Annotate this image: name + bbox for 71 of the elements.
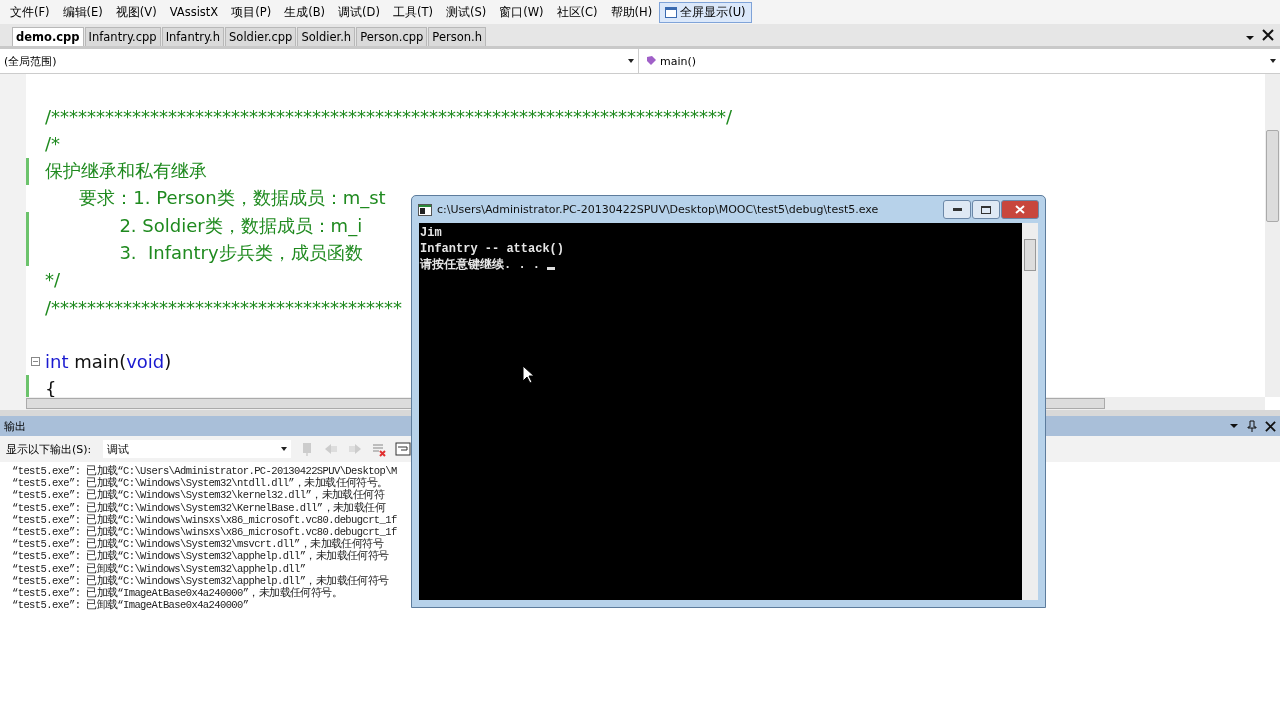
file-tab[interactable]: Person.cpp xyxy=(356,27,428,46)
code-line: 3. Infantry步兵类，成员函数 xyxy=(118,240,363,265)
collapse-icon[interactable] xyxy=(31,356,40,366)
console-text: Infantry -- attack() xyxy=(420,241,565,257)
code-line: 保护继承和私有继承 xyxy=(45,159,207,184)
code-line: /***************************************************************************/ xyxy=(45,106,733,128)
file-tab[interactable]: Soldier.h xyxy=(297,27,356,46)
window-icon xyxy=(665,6,678,18)
panel-title: 输出 xyxy=(4,418,26,434)
file-tab[interactable]: Infantry.cpp xyxy=(84,27,161,46)
output-line: “test5.exe”: 已加载“C:\Windows\System32\msvcrt.dll”，未加载任何符号 xyxy=(12,538,384,551)
menu-item[interactable]: 文件(F) xyxy=(4,1,56,23)
menu-item[interactable]: VAssistX xyxy=(163,2,225,22)
menu-item[interactable]: 测试(S) xyxy=(439,1,493,23)
output-line: “test5.exe”: 已加载“C:\Windows\System32\apphelp.dll”，未加载任何符号 xyxy=(12,550,390,563)
output-source-dropdown[interactable]: 调试 xyxy=(103,440,292,458)
console-text: Jim xyxy=(420,225,442,241)
text-cursor xyxy=(547,267,556,270)
minimize-icon xyxy=(952,208,962,211)
output-line: “test5.exe”: 已加载“C:\Windows\winsxs\x86_microsoft.vc80.debugcrt_1f xyxy=(12,526,398,539)
code-line: int main(void) xyxy=(45,350,172,372)
output-line: “test5.exe”: 已加载“C:\Windows\System32\ntdll.dll”，未加载任何符号。 xyxy=(12,477,388,490)
code-line: /* xyxy=(45,133,61,155)
dropdown-icon[interactable] xyxy=(1229,423,1239,429)
maximize-icon xyxy=(981,205,991,214)
code-line: { xyxy=(45,378,57,400)
file-tab[interactable]: Person.h xyxy=(428,27,486,46)
menu-item[interactable]: 工具(T) xyxy=(386,1,439,23)
menu-item[interactable]: 视图(V) xyxy=(109,1,163,23)
close-button[interactable] xyxy=(1001,200,1039,219)
dropdown-icon[interactable] xyxy=(1245,35,1255,41)
output-line: “test5.exe”: 已加载“C:\Windows\winsxs\x86_microsoft.vc80.debugcrt_1f xyxy=(12,513,398,526)
menu-item[interactable]: 窗口(W) xyxy=(493,1,550,23)
output-source-label: 显示以下输出(S): xyxy=(6,441,92,457)
clear-icon[interactable] xyxy=(371,441,388,457)
word-wrap-icon[interactable] xyxy=(395,441,412,457)
output-line: “test5.exe”: 已加载“C:\Windows\System32\kernel32.dll”，未加载任何符 xyxy=(12,489,386,502)
close-icon[interactable] xyxy=(1262,29,1274,41)
menu-item[interactable]: 社区(C) xyxy=(550,1,604,23)
mouse-pointer-icon xyxy=(522,365,534,384)
pin-icon[interactable] xyxy=(1247,420,1257,432)
code-line: 2. Soldier类，数据成员：m_i xyxy=(118,213,363,238)
vertical-scrollbar[interactable] xyxy=(1265,74,1280,397)
code-line: */ xyxy=(45,269,61,291)
menu-item[interactable]: 编辑(E) xyxy=(56,1,109,23)
output-line: “test5.exe”: 已加载“C:\Users\Administrator.PC-20130422SPUV\Desktop\M xyxy=(12,465,398,478)
menu-item[interactable]: 项目(P) xyxy=(225,1,278,23)
menu-item[interactable]: 全屏显示(U) xyxy=(659,1,752,23)
output-line: “test5.exe”: 已加载“C:\Windows\System32\KernelBase.dll”，未加载任何 xyxy=(12,501,387,514)
file-tab[interactable]: demo.cpp xyxy=(12,27,84,46)
minimize-button[interactable] xyxy=(943,200,971,219)
file-tab[interactable]: Soldier.cpp xyxy=(225,27,297,46)
output-line: “test5.exe”: 已卸载“C:\Windows\System32\apphelp.dll” xyxy=(12,562,307,575)
menu-item[interactable]: 帮助(H) xyxy=(604,1,659,23)
console-icon xyxy=(418,203,432,216)
member-dropdown[interactable]: main() xyxy=(639,49,1280,73)
close-icon xyxy=(1015,205,1025,214)
code-line: /*************************************** xyxy=(45,296,403,318)
output-line: “test5.exe”: 已加载“ImageAtBase0x4a240000”，未加载任何符号。 xyxy=(12,587,344,600)
output-line: “test5.exe”: 已卸载“ImageAtBase0x4a240000” xyxy=(12,599,250,612)
file-tab[interactable]: Infantry.h xyxy=(161,27,225,46)
maximize-button[interactable] xyxy=(972,200,1000,219)
vertical-scrollbar[interactable] xyxy=(1022,223,1038,600)
console-text: 请按任意键继续. . . xyxy=(420,257,541,273)
output-line: “test5.exe”: 已加载“C:\Windows\System32\apphelp.dll”，未加载任何符号 xyxy=(12,574,390,587)
menu-item[interactable]: 调试(D) xyxy=(332,1,386,23)
scope-dropdown[interactable]: (全局范围) xyxy=(0,49,639,73)
code-line: 要求：1. Person类，数据成员：m_st xyxy=(78,186,386,211)
close-icon[interactable] xyxy=(1265,420,1276,432)
window-title: c:\Users\Administrator.PC-20130422SPUV\Desktop\MOOC\test5\debug\test5.exe xyxy=(437,203,879,216)
menu-item[interactable]: 生成(B) xyxy=(278,1,332,23)
